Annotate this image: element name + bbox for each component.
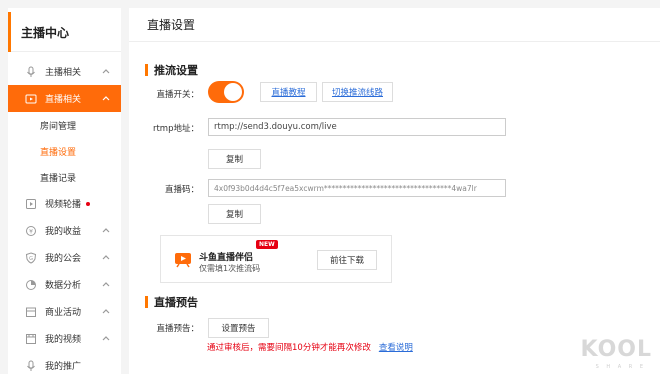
download-button[interactable]: 前往下载 [317,250,377,270]
companion-logo-icon [175,253,191,268]
sidebar-item-analytics[interactable]: 数据分析 [8,271,121,298]
sidebar-item-label: 商业活动 [45,308,82,318]
watermark-subtext: S H A R E [595,364,646,370]
svg-text:¥: ¥ [29,228,33,235]
sidebar-item-my-videos[interactable]: 我的视频 [8,325,121,352]
film-icon [25,333,37,345]
chevron-up-icon [102,228,110,233]
sidebar-item-label: 直播相关 [45,95,82,105]
page-title: 直播设置 [129,8,660,42]
sidebar-subitem-live-settings[interactable]: 直播设置 [8,138,121,164]
rtmp-label: rtmp地址： [152,124,199,134]
chevron-up-icon [102,96,110,101]
section-marker [145,64,148,76]
sidebar-item-video-carousel[interactable]: 视频轮播 [8,190,121,217]
carousel-icon [25,198,37,210]
chevron-up-icon [102,255,110,260]
shield-icon: G [25,251,37,264]
sidebar-title: 主播中心 [8,12,121,52]
sidebar-item-label: 我的视频 [45,335,82,345]
sidebar-subitem-room[interactable]: 房间管理 [8,112,121,138]
main-panel: 直播设置 推流设置 直播开关： 直播教程 切换推流线路 rtmp地址： rtmp… [129,8,660,374]
section-marker [145,296,148,308]
new-badge: NEW [256,240,278,249]
view-explanation-link[interactable]: 查看说明 [379,343,413,353]
notification-dot [86,201,91,206]
copy-code-button[interactable]: 复制 [208,204,261,224]
section-title-preview: 直播预告 [145,294,198,310]
section-title-stream: 推流设置 [145,62,198,78]
watermark-logo: KOOL [580,337,652,362]
sidebar-item-label: 视频轮播 [45,200,82,210]
stream-code-field[interactable]: 4x0f93b0d4d4c5f7ea5xcwrm****************… [208,179,506,197]
chevron-up-icon [102,69,110,74]
svg-text:G: G [29,256,33,262]
section-title-text: 直播预告 [154,296,198,309]
sidebar-item-guild[interactable]: G 我的公会 [8,244,121,271]
sidebar-item-label: 我的收益 [45,227,82,237]
toggle-knob [224,83,242,101]
section-title-text: 推流设置 [154,64,198,77]
live-switch-toggle[interactable] [208,81,244,103]
tutorial-link[interactable]: 直播教程 [260,82,317,102]
copy-rtmp-button[interactable]: 复制 [208,149,261,169]
sidebar: 主播中心 主播相关 直播相关 房间管理 直播设置 直播记录 视频轮播 ¥ 我的收… [8,8,121,374]
companion-card: 斗鱼直播伴侣 NEW 仅需填1次推流码 前往下载 [160,235,392,283]
mic-icon [25,360,37,372]
chevron-up-icon [102,282,110,287]
sidebar-item-label: 我的公会 [45,254,82,264]
switch-line-link[interactable]: 切换推流线路 [322,82,393,102]
chevron-up-icon [102,309,110,314]
sidebar-item-label: 主播相关 [45,68,82,78]
set-preview-button[interactable]: 设置预告 [208,318,269,338]
companion-desc: 仅需填1次推流码 [199,264,261,273]
switch-label: 直播开关： [156,90,199,100]
mic-icon [25,66,37,78]
sidebar-item-label: 数据分析 [45,281,82,291]
pie-chart-icon [25,279,37,291]
sidebar-item-live[interactable]: 直播相关 [8,85,121,112]
sidebar-item-label: 我的推广 [45,362,82,372]
sidebar-item-streamer[interactable]: 主播相关 [8,58,121,85]
preview-hint-text: 通过审核后，需要间隔10分钟才能再次修改 [207,343,371,353]
coin-icon: ¥ [25,225,37,237]
preview-hint: 通过审核后，需要间隔10分钟才能再次修改 查看说明 [207,341,413,353]
chevron-up-icon [102,336,110,341]
stream-code-label: 直播码： [164,185,199,195]
sidebar-item-business[interactable]: 商业活动 [8,298,121,325]
shop-icon [25,306,37,318]
sidebar-header: 主播中心 [8,12,121,52]
preview-label: 直播预告： [156,324,199,334]
sidebar-item-promotion[interactable]: 我的推广 [8,352,121,374]
sidebar-subitem-records[interactable]: 直播记录 [8,164,121,190]
companion-name: 斗鱼直播伴侣 [199,253,254,263]
sidebar-item-earnings[interactable]: ¥ 我的收益 [8,217,121,244]
video-icon [25,93,37,105]
rtmp-address-field[interactable]: rtmp://send3.douyu.com/live [208,118,506,136]
